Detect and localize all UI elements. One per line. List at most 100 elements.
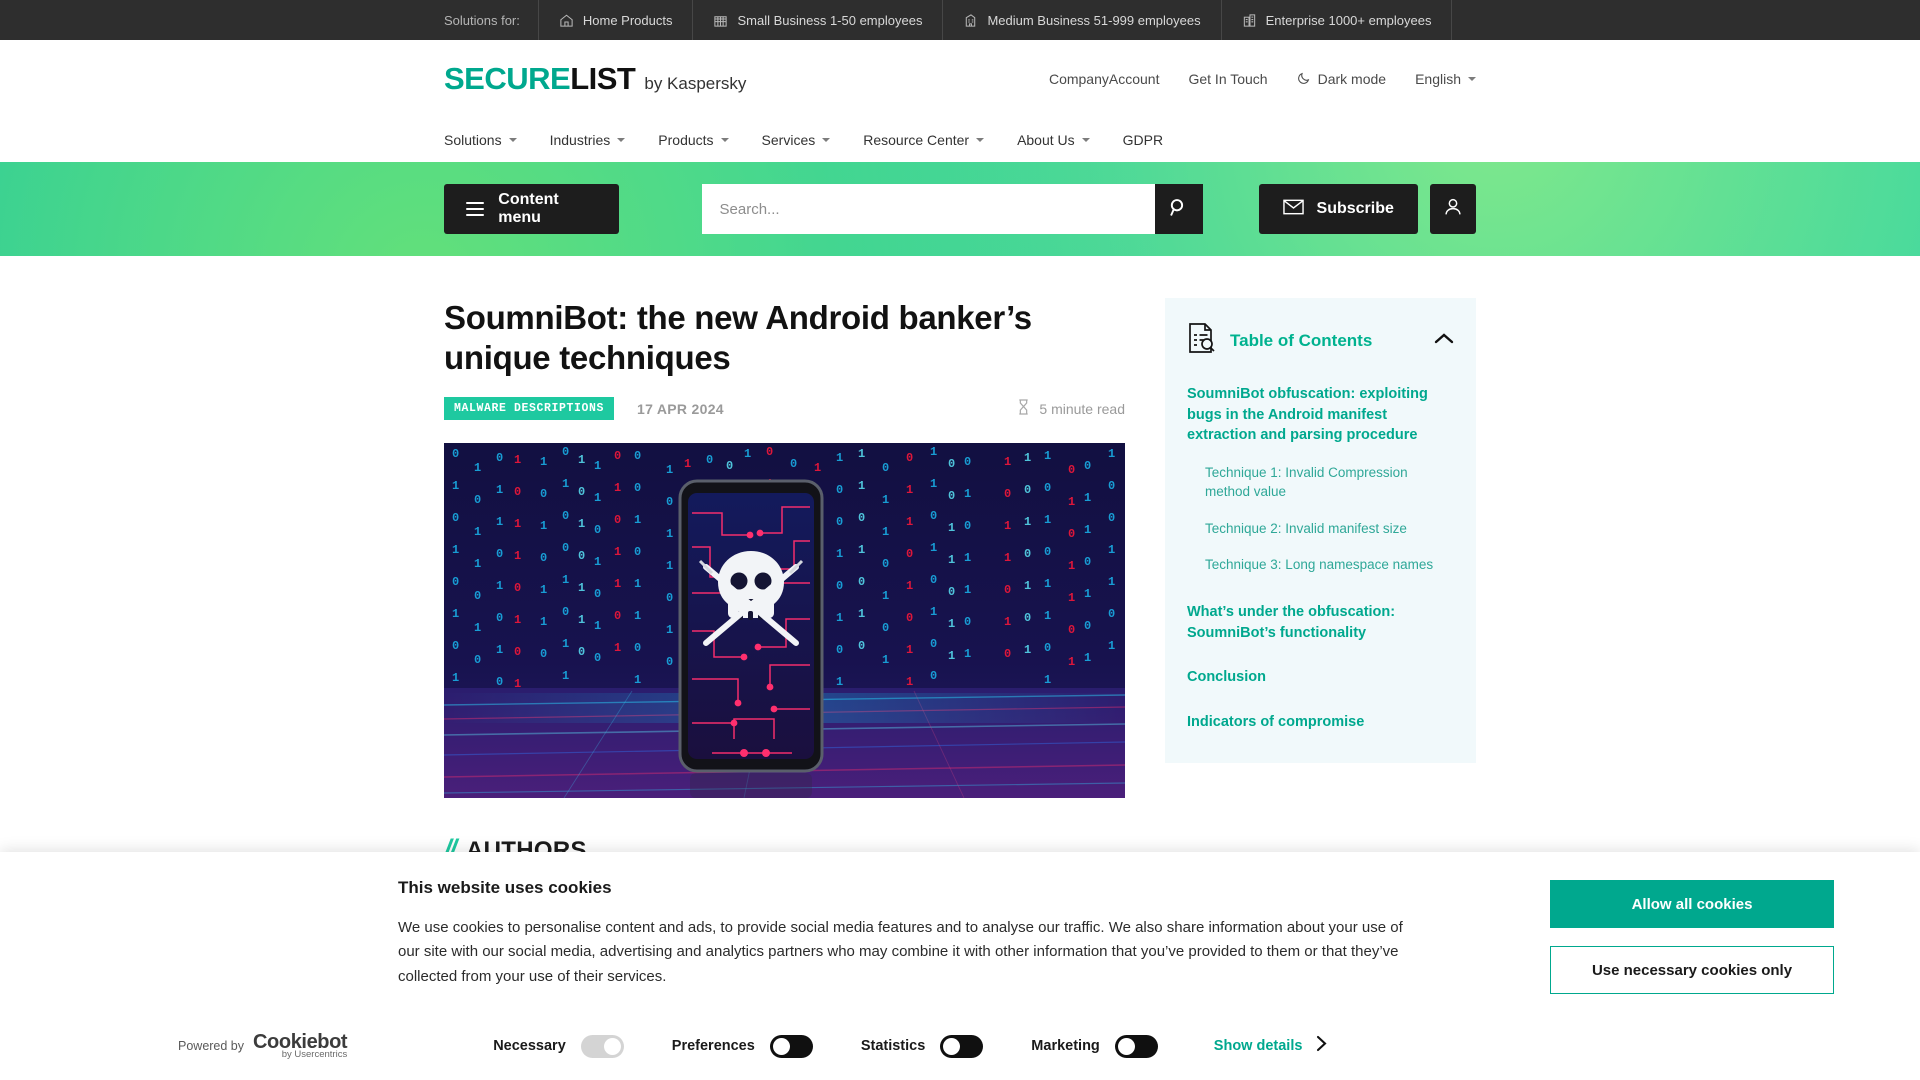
svg-text:1: 1	[540, 519, 547, 533]
toggle-label: Preferences	[671, 1038, 755, 1054]
svg-text:0: 0	[474, 589, 481, 603]
svg-text:1: 1	[452, 671, 459, 685]
hero-illustration: 01010101 1011010 01101010 1010110 010010…	[444, 442, 1125, 798]
svg-text:1: 1	[578, 453, 585, 467]
svg-text:0: 0	[836, 579, 843, 593]
chevron-right-icon	[1316, 1035, 1327, 1057]
topbar-item-enterprise[interactable]: Enterprise 1000+ employees	[1220, 0, 1453, 40]
topbar-item-medium-business[interactable]: Medium Business 51-999 employees	[942, 0, 1220, 40]
subscribe-button[interactable]: Subscribe	[1258, 184, 1418, 234]
svg-text:1: 1	[906, 515, 913, 529]
svg-text:1: 1	[948, 617, 955, 631]
svg-text:0: 0	[578, 549, 585, 563]
search-input[interactable]	[701, 184, 1155, 234]
use-necessary-cookies-only-button[interactable]: Use necessary cookies only	[1550, 946, 1834, 994]
content-menu-button[interactable]: Content menu	[444, 184, 619, 234]
topbar-item-small-business[interactable]: Small Business 1-50 employees	[692, 0, 942, 40]
category-badge[interactable]: MALWARE DESCRIPTIONS	[444, 397, 615, 420]
marketing-switch[interactable]	[1114, 1034, 1158, 1058]
nav-item-about-us[interactable]: About Us	[1017, 132, 1090, 148]
svg-text:0: 0	[540, 551, 547, 565]
svg-text:1: 1	[1108, 447, 1115, 461]
necessary-switch	[580, 1034, 624, 1058]
dark-mode-toggle[interactable]: Dark mode	[1297, 71, 1386, 88]
svg-text:1: 1	[906, 675, 913, 689]
nav-item-solutions[interactable]: Solutions	[444, 132, 517, 148]
toc-item-technique-1[interactable]: Technique 1: Invalid Compression method …	[1205, 463, 1454, 501]
powered-by-label: Powered by	[178, 1039, 245, 1053]
svg-text:0: 0	[1024, 483, 1031, 497]
powered-by-cookiebot[interactable]: Powered by Cookiebot by Usercentrics	[178, 1032, 348, 1060]
svg-text:0: 0	[1084, 459, 1091, 473]
svg-text:1: 1	[634, 609, 641, 623]
header-link-company-account[interactable]: CompanyAccount	[1049, 71, 1160, 87]
svg-text:0: 0	[540, 487, 547, 501]
toc-item-technique-2[interactable]: Technique 2: Invalid manifest size	[1205, 519, 1454, 538]
svg-text:1: 1	[1024, 451, 1031, 465]
svg-text:1: 1	[858, 543, 865, 557]
svg-text:1: 1	[514, 677, 521, 691]
svg-text:1: 1	[948, 521, 955, 535]
chevron-down-icon	[1081, 138, 1090, 142]
svg-text:0: 0	[496, 611, 503, 625]
securelist-logo[interactable]: SECURE LIST by Kaspersky	[444, 61, 746, 97]
chevron-up-icon[interactable]	[1434, 332, 1454, 350]
svg-text:1: 1	[814, 461, 821, 475]
read-time: 5 minute read	[1017, 399, 1125, 418]
nav-item-services[interactable]: Services	[762, 132, 831, 148]
svg-text:0: 0	[1084, 555, 1091, 569]
svg-text:1: 1	[666, 559, 673, 573]
cookie-toggle-preferences: Preferences	[671, 1034, 813, 1058]
hourglass-icon	[1017, 399, 1030, 418]
svg-text:0: 0	[836, 483, 843, 497]
svg-text:0: 0	[948, 489, 955, 503]
nav-item-industries[interactable]: Industries	[550, 132, 626, 148]
svg-text:0: 0	[930, 509, 937, 523]
chevron-down-icon	[822, 138, 831, 142]
language-selector[interactable]: English	[1415, 71, 1476, 87]
svg-text:0: 0	[1024, 611, 1031, 625]
svg-text:0: 0	[614, 449, 621, 463]
svg-text:1: 1	[614, 481, 621, 495]
article-sidebar: Table of Contents SoumniBot obfuscation:…	[1165, 298, 1476, 912]
account-button[interactable]	[1429, 184, 1476, 234]
svg-text:0: 0	[836, 515, 843, 529]
svg-text:0: 0	[882, 621, 889, 635]
svg-text:1: 1	[948, 649, 955, 663]
toc-item-soumnibot-obfuscation[interactable]: SoumniBot obfuscation: exploiting bugs i…	[1187, 384, 1454, 446]
svg-text:1: 1	[836, 611, 843, 625]
svg-text:1: 1	[930, 541, 937, 555]
article-hero-image: 01010101 1011010 01101010 1010110 010010…	[444, 442, 1125, 798]
publish-date: 17 APR 2024	[637, 400, 724, 417]
svg-text:1: 1	[1108, 639, 1115, 653]
toc-item-conclusion[interactable]: Conclusion	[1187, 667, 1454, 688]
nav-item-gdpr[interactable]: GDPR	[1123, 132, 1163, 148]
preferences-switch[interactable]	[769, 1034, 813, 1058]
statistics-switch[interactable]	[940, 1034, 984, 1058]
nav-item-products[interactable]: Products	[658, 132, 729, 148]
cookie-toggle-statistics: Statistics	[861, 1034, 984, 1058]
topbar-item-label: Medium Business 51-999 employees	[987, 12, 1201, 28]
search-button[interactable]	[1154, 184, 1203, 234]
svg-text:1: 1	[906, 483, 913, 497]
show-details-link[interactable]: Show details	[1214, 1035, 1328, 1057]
svg-text:1: 1	[578, 517, 585, 531]
nav-item-resource-center[interactable]: Resource Center	[863, 132, 985, 148]
hamburger-icon	[466, 202, 485, 216]
user-icon	[1442, 196, 1464, 223]
site-header: SECURE LIST by Kaspersky CompanyAccount …	[0, 40, 1920, 118]
chevron-down-icon	[1468, 77, 1476, 81]
toc-header[interactable]: Table of Contents	[1187, 322, 1454, 359]
svg-text:0: 0	[666, 495, 673, 509]
toc-item-indicators-of-compromise[interactable]: Indicators of compromise	[1187, 712, 1454, 733]
svg-text:1: 1	[1108, 543, 1115, 557]
allow-all-cookies-button[interactable]: Allow all cookies	[1550, 880, 1834, 928]
topbar-item-home-products[interactable]: Home Products	[537, 0, 693, 40]
toc-item-whats-under-obfuscation[interactable]: What’s under the obfuscation: SoumniBot’…	[1187, 602, 1454, 643]
svg-text:1: 1	[882, 493, 889, 507]
toc-item-technique-3[interactable]: Technique 3: Long namespace names	[1205, 555, 1454, 574]
nav-item-label: About Us	[1017, 132, 1075, 148]
svg-text:0: 0	[1108, 511, 1115, 525]
storefront-icon	[713, 13, 728, 28]
header-link-get-in-touch[interactable]: Get In Touch	[1188, 71, 1267, 87]
